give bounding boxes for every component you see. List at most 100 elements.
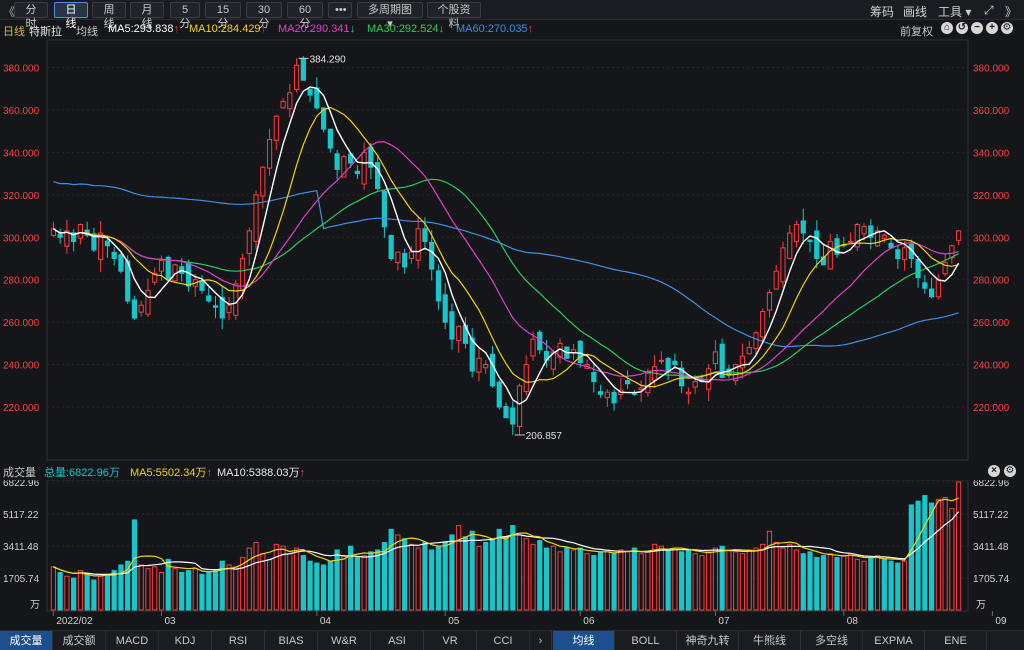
volume-bar	[807, 551, 813, 611]
chips-button[interactable]: 筹码	[870, 3, 894, 20]
price-tick-left: 220.000	[3, 403, 40, 414]
candle-body	[915, 258, 921, 279]
overlay-tab-4[interactable]: 多空线	[801, 631, 863, 650]
volume-bar	[699, 555, 705, 611]
volume-bar	[652, 543, 658, 611]
volume-bar	[50, 566, 56, 611]
volume-bar	[753, 547, 759, 611]
stock-name: 特斯拉	[29, 26, 62, 38]
indicator-tab-3[interactable]: KDJ	[159, 631, 212, 650]
price-chart[interactable]: 380.000 380.000 360.000 360.000 340.000 340.0…	[0, 38, 1024, 463]
volume-bar	[834, 556, 840, 611]
overlay-tab-3[interactable]: 牛熊线	[739, 631, 801, 650]
volume-bar	[523, 538, 529, 611]
period-button-5[interactable]: 15分	[205, 2, 241, 30]
indicator-tab-2[interactable]: MACD	[106, 631, 159, 650]
lock-icon[interactable]: ⌂	[941, 22, 953, 34]
candle-body	[118, 254, 124, 272]
volume-bar	[185, 570, 192, 611]
volume-chart[interactable]: 6822.96 6822.96 5117.22 5117.22 3411.48 3411.…	[0, 480, 1024, 630]
candle-body	[827, 241, 833, 270]
candle-body	[293, 64, 300, 91]
indicator-tab-5[interactable]: BIAS	[265, 631, 318, 650]
indicator-tab-8[interactable]: VR	[424, 631, 477, 650]
volume-bar	[395, 534, 401, 611]
price-tick-left: 260.000	[3, 318, 40, 329]
volume-bar	[131, 519, 138, 611]
expand-icon[interactable]: ⤢	[984, 3, 994, 18]
settings-icon[interactable]: ⚙	[1001, 22, 1013, 34]
volume-settings-icon[interactable]: ⚙	[1004, 465, 1016, 477]
candle-body	[327, 128, 333, 149]
volume-bar	[138, 564, 144, 611]
candle-body	[895, 249, 901, 259]
period-button-6[interactable]: 30分	[246, 2, 282, 30]
candle-body	[901, 247, 908, 260]
adjust-mode[interactable]: 前复权	[900, 23, 933, 39]
draw-line-button[interactable]: 画线	[903, 3, 927, 20]
indicator-tab-9[interactable]: CCI	[477, 631, 530, 650]
indicator-tab-0[interactable]: 成交量	[0, 631, 53, 650]
volume-bar	[172, 568, 178, 611]
ma-info-row: 日线 特斯拉 均线 MA5:293.838↑ MA10:284.429↑ MA2…	[0, 20, 1024, 38]
period-button-9[interactable]: 多周期图 ▾	[357, 2, 423, 30]
candle-body	[246, 230, 252, 254]
candle-body	[591, 372, 597, 383]
candle-body	[881, 234, 887, 239]
volume-bar	[456, 525, 462, 611]
indicator-tabs-more-arrow[interactable]: ›	[530, 631, 552, 650]
overlay-tab-5[interactable]: EXPMA	[863, 631, 925, 650]
volume-bar	[206, 571, 212, 611]
period-button-0[interactable]: 分时	[14, 2, 48, 30]
period-button-3[interactable]: 月线	[130, 2, 164, 30]
volume-bar	[915, 500, 921, 611]
candle-body	[706, 368, 712, 390]
period-button-4[interactable]: 5分	[170, 2, 200, 30]
period-button-7[interactable]: 60分	[287, 2, 323, 30]
price-tick-right: 240.000	[973, 361, 1010, 372]
candle-body	[483, 364, 489, 369]
volume-bar	[483, 541, 489, 611]
overlay-tab-0[interactable]: 均线	[553, 631, 615, 650]
indicator-tab-1[interactable]: 成交额	[53, 631, 106, 650]
volume-bar	[746, 549, 752, 611]
period-button-1[interactable]: 日线	[54, 2, 88, 30]
period-button-10[interactable]: 个股资料	[427, 2, 481, 30]
volume-bar	[375, 549, 381, 611]
x-axis-label: 09	[995, 616, 1007, 627]
overlay-tab-2[interactable]: 神奇九转	[677, 631, 739, 650]
toolbar-next-arrow[interactable]: 》	[1005, 3, 1017, 20]
volume-bar	[442, 541, 448, 611]
period-button-2[interactable]: 周线	[92, 2, 126, 30]
volume-bar	[861, 560, 867, 611]
close-volume-icon[interactable]: ×	[988, 465, 1000, 477]
overlay-tab-6[interactable]: ENE	[925, 631, 987, 650]
ma-label[interactable]: 均线	[76, 23, 98, 39]
tools-menu-button[interactable]: 工具 ▾	[938, 3, 971, 20]
candle-body	[753, 332, 759, 349]
volume-bar	[935, 498, 941, 611]
zoom-out-icon[interactable]: −	[971, 22, 983, 34]
candle-body	[307, 88, 313, 96]
volume-bar	[881, 558, 887, 611]
period-button-8[interactable]: •••	[328, 2, 352, 18]
volume-bar	[489, 538, 496, 611]
indicator-tab-7[interactable]: ASI	[371, 631, 424, 650]
candle-body	[212, 305, 219, 308]
volume-unit-left: 万	[30, 600, 40, 611]
indicator-tab-4[interactable]: RSI	[212, 631, 265, 650]
volume-bar	[402, 538, 408, 611]
price-tick-right: 320.000	[973, 191, 1010, 202]
indicator-tab-6[interactable]: W&R	[318, 631, 371, 650]
candle-body	[712, 351, 719, 364]
ma5-value: MA5:293.838↑	[108, 23, 179, 35]
volume-bar	[733, 551, 739, 611]
volume-bar	[800, 553, 806, 611]
overlay-tab-1[interactable]: BOLL	[615, 631, 677, 650]
zoom-in-icon[interactable]: +	[986, 22, 998, 34]
volume-bar	[327, 560, 333, 611]
undo-icon[interactable]: ↺	[956, 22, 968, 34]
volume-tick-right: 5117.22	[973, 510, 1009, 521]
volume-tick-left: 5117.22	[3, 510, 39, 521]
volume-bar	[672, 547, 678, 611]
